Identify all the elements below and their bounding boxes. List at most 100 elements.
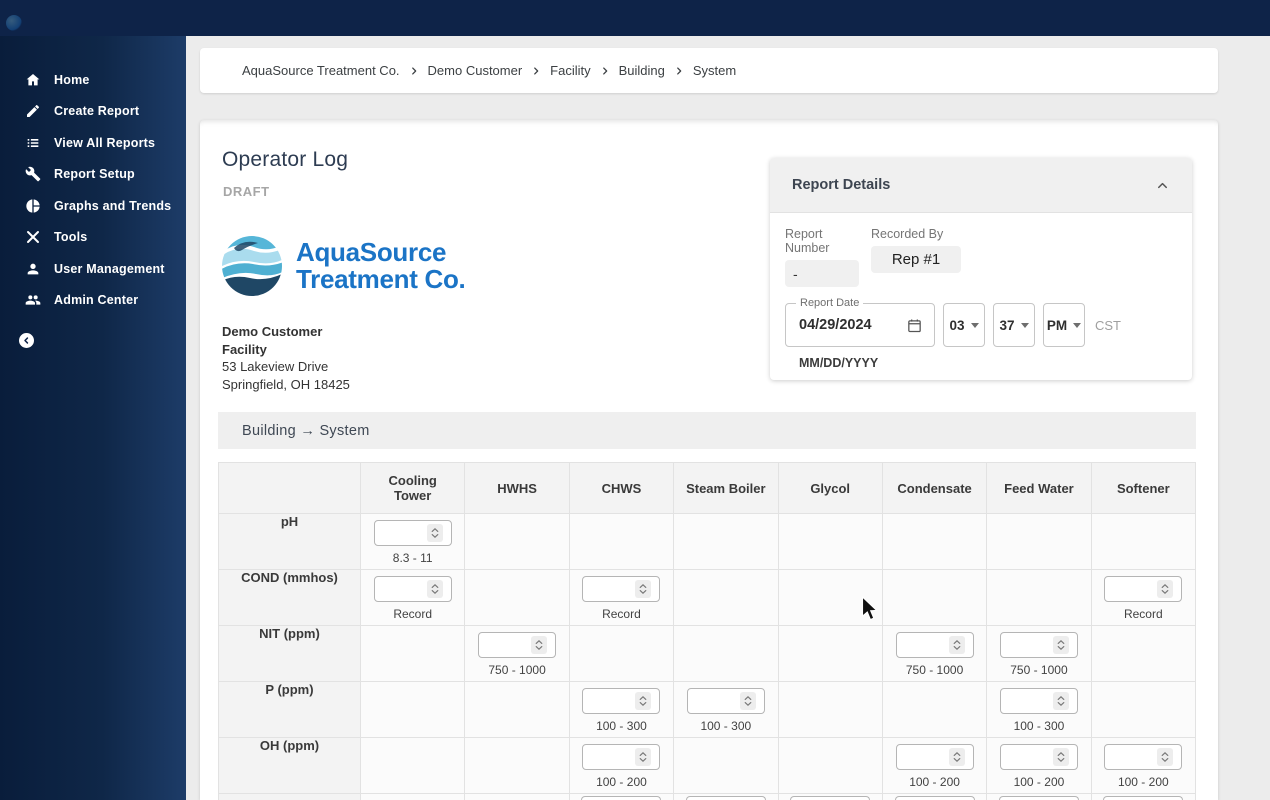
column-header-glycol: Glycol <box>778 463 882 514</box>
table-cell <box>778 570 882 626</box>
sidebar-item-create-report[interactable]: Create Report <box>0 96 186 128</box>
sidebar-item-admin-center[interactable]: Admin Center <box>0 285 186 317</box>
row-label <box>219 794 361 800</box>
spinner-arrows-icon <box>635 580 651 598</box>
breadcrumb-item-system[interactable]: System <box>693 63 736 78</box>
breadcrumb-item-building[interactable]: Building <box>619 63 665 78</box>
calendar-icon[interactable] <box>906 317 923 334</box>
breadcrumb-item-aquasource-treatment-co[interactable]: AquaSource Treatment Co. <box>242 63 400 78</box>
table-cell <box>882 682 986 738</box>
value-spinner[interactable] <box>478 632 556 658</box>
company-logo-icon <box>220 234 284 298</box>
table-row-ph: pH8.3 - 11 <box>219 514 1196 570</box>
table-cell <box>1091 514 1195 570</box>
table-cell <box>987 570 1091 626</box>
chevron-up-icon[interactable] <box>1155 178 1170 193</box>
sidebar-item-user-management[interactable]: User Management <box>0 253 186 285</box>
minute-value: 37 <box>999 318 1014 333</box>
value-spinner[interactable] <box>1000 688 1078 714</box>
table-cell <box>674 794 778 800</box>
spinner-arrows-icon <box>1053 692 1069 710</box>
top-bar <box>0 0 1270 36</box>
column-header-condensate: Condensate <box>882 463 986 514</box>
sidebar-collapse-button[interactable] <box>19 333 34 348</box>
recorded-by-input[interactable]: Rep #1 <box>871 246 961 273</box>
table-cell <box>1091 626 1195 682</box>
value-spinner[interactable] <box>999 796 1079 800</box>
value-spinner[interactable] <box>1104 576 1182 602</box>
range-hint: 100 - 300 <box>570 719 673 733</box>
value-spinner[interactable] <box>790 796 870 800</box>
table-cell <box>778 794 882 800</box>
dropdown-caret-icon <box>1073 323 1081 328</box>
value-spinner[interactable] <box>582 576 660 602</box>
table-cell: Record <box>1091 570 1195 626</box>
table-row-nit-ppm: NIT (ppm)750 - 1000750 - 1000750 - 1000 <box>219 626 1196 682</box>
value-spinner[interactable] <box>686 796 766 800</box>
table-cell <box>778 682 882 738</box>
value-spinner[interactable] <box>1000 744 1078 770</box>
table-cell: 100 - 300 <box>674 682 778 738</box>
report-number-input[interactable]: - <box>785 260 859 287</box>
report-status-badge: DRAFT <box>223 184 270 199</box>
sidebar-item-report-setup[interactable]: Report Setup <box>0 159 186 191</box>
row-label: COND (mmhos) <box>219 570 361 626</box>
spinner-arrows-icon <box>949 748 965 766</box>
range-hint: Record <box>570 607 673 621</box>
value-spinner[interactable] <box>896 744 974 770</box>
table-cell <box>569 794 673 800</box>
sidebar-item-view-all-reports[interactable]: View All Reports <box>0 127 186 159</box>
table-row-cond-mmhos: COND (mmhos)RecordRecordRecord <box>219 570 1196 626</box>
sidebar: Home Create ReportView All ReportsReport … <box>0 36 186 800</box>
report-details-title: Report Details <box>792 177 890 193</box>
table-cell <box>674 570 778 626</box>
table-cell: 100 - 300 <box>987 682 1091 738</box>
table-cell <box>987 514 1091 570</box>
sidebar-item-home[interactable]: Home <box>0 64 186 96</box>
report-date-input[interactable]: Report Date 04/29/2024 <box>785 303 935 347</box>
minute-select[interactable]: 37 <box>993 303 1035 347</box>
value-spinner[interactable] <box>374 520 452 546</box>
pencil-icon <box>25 103 41 119</box>
value-spinner[interactable] <box>582 688 660 714</box>
breadcrumb-item-facility[interactable]: Facility <box>550 63 590 78</box>
dropdown-caret-icon <box>1021 323 1029 328</box>
table-cell <box>361 738 465 794</box>
sidebar-item-tools[interactable]: Tools <box>0 222 186 254</box>
report-details-header: Report Details <box>770 158 1192 213</box>
breadcrumb-item-demo-customer[interactable]: Demo Customer <box>428 63 523 78</box>
chevron-right-icon <box>409 66 419 76</box>
value-spinner[interactable] <box>374 576 452 602</box>
sidebar-item-label: Home <box>54 73 90 87</box>
table-cell <box>674 738 778 794</box>
range-hint: 100 - 200 <box>987 775 1090 789</box>
value-spinner[interactable] <box>1104 744 1182 770</box>
table-cell <box>465 738 569 794</box>
table-cell <box>882 570 986 626</box>
value-spinner[interactable] <box>581 796 661 800</box>
row-label: pH <box>219 514 361 570</box>
table-cell <box>882 794 986 800</box>
value-spinner[interactable] <box>1000 632 1078 658</box>
range-hint: 8.3 - 11 <box>361 551 464 565</box>
value-spinner[interactable] <box>1103 796 1183 800</box>
app-window: HomeCreate ReportView All ReportsReport … <box>0 0 1270 800</box>
wrench-icon <box>25 166 41 182</box>
value-spinner[interactable] <box>687 688 765 714</box>
pie-chart-icon <box>25 198 41 214</box>
table-cell <box>1091 794 1195 800</box>
value-spinner[interactable] <box>896 632 974 658</box>
hour-select[interactable]: 03 <box>943 303 985 347</box>
spinner-arrows-icon <box>1157 748 1173 766</box>
table-cell <box>569 626 673 682</box>
table-cell <box>778 626 882 682</box>
column-header-chws: CHWS <box>569 463 673 514</box>
page-title: Operator Log <box>222 148 348 172</box>
table-cell: Record <box>361 570 465 626</box>
meridiem-select[interactable]: PM <box>1043 303 1085 347</box>
value-spinner[interactable] <box>582 744 660 770</box>
spinner-arrows-icon <box>1053 636 1069 654</box>
meridiem-value: PM <box>1047 318 1067 333</box>
value-spinner[interactable] <box>895 796 975 800</box>
sidebar-item-graphs-and-trends[interactable]: Graphs and Trends <box>0 190 186 222</box>
